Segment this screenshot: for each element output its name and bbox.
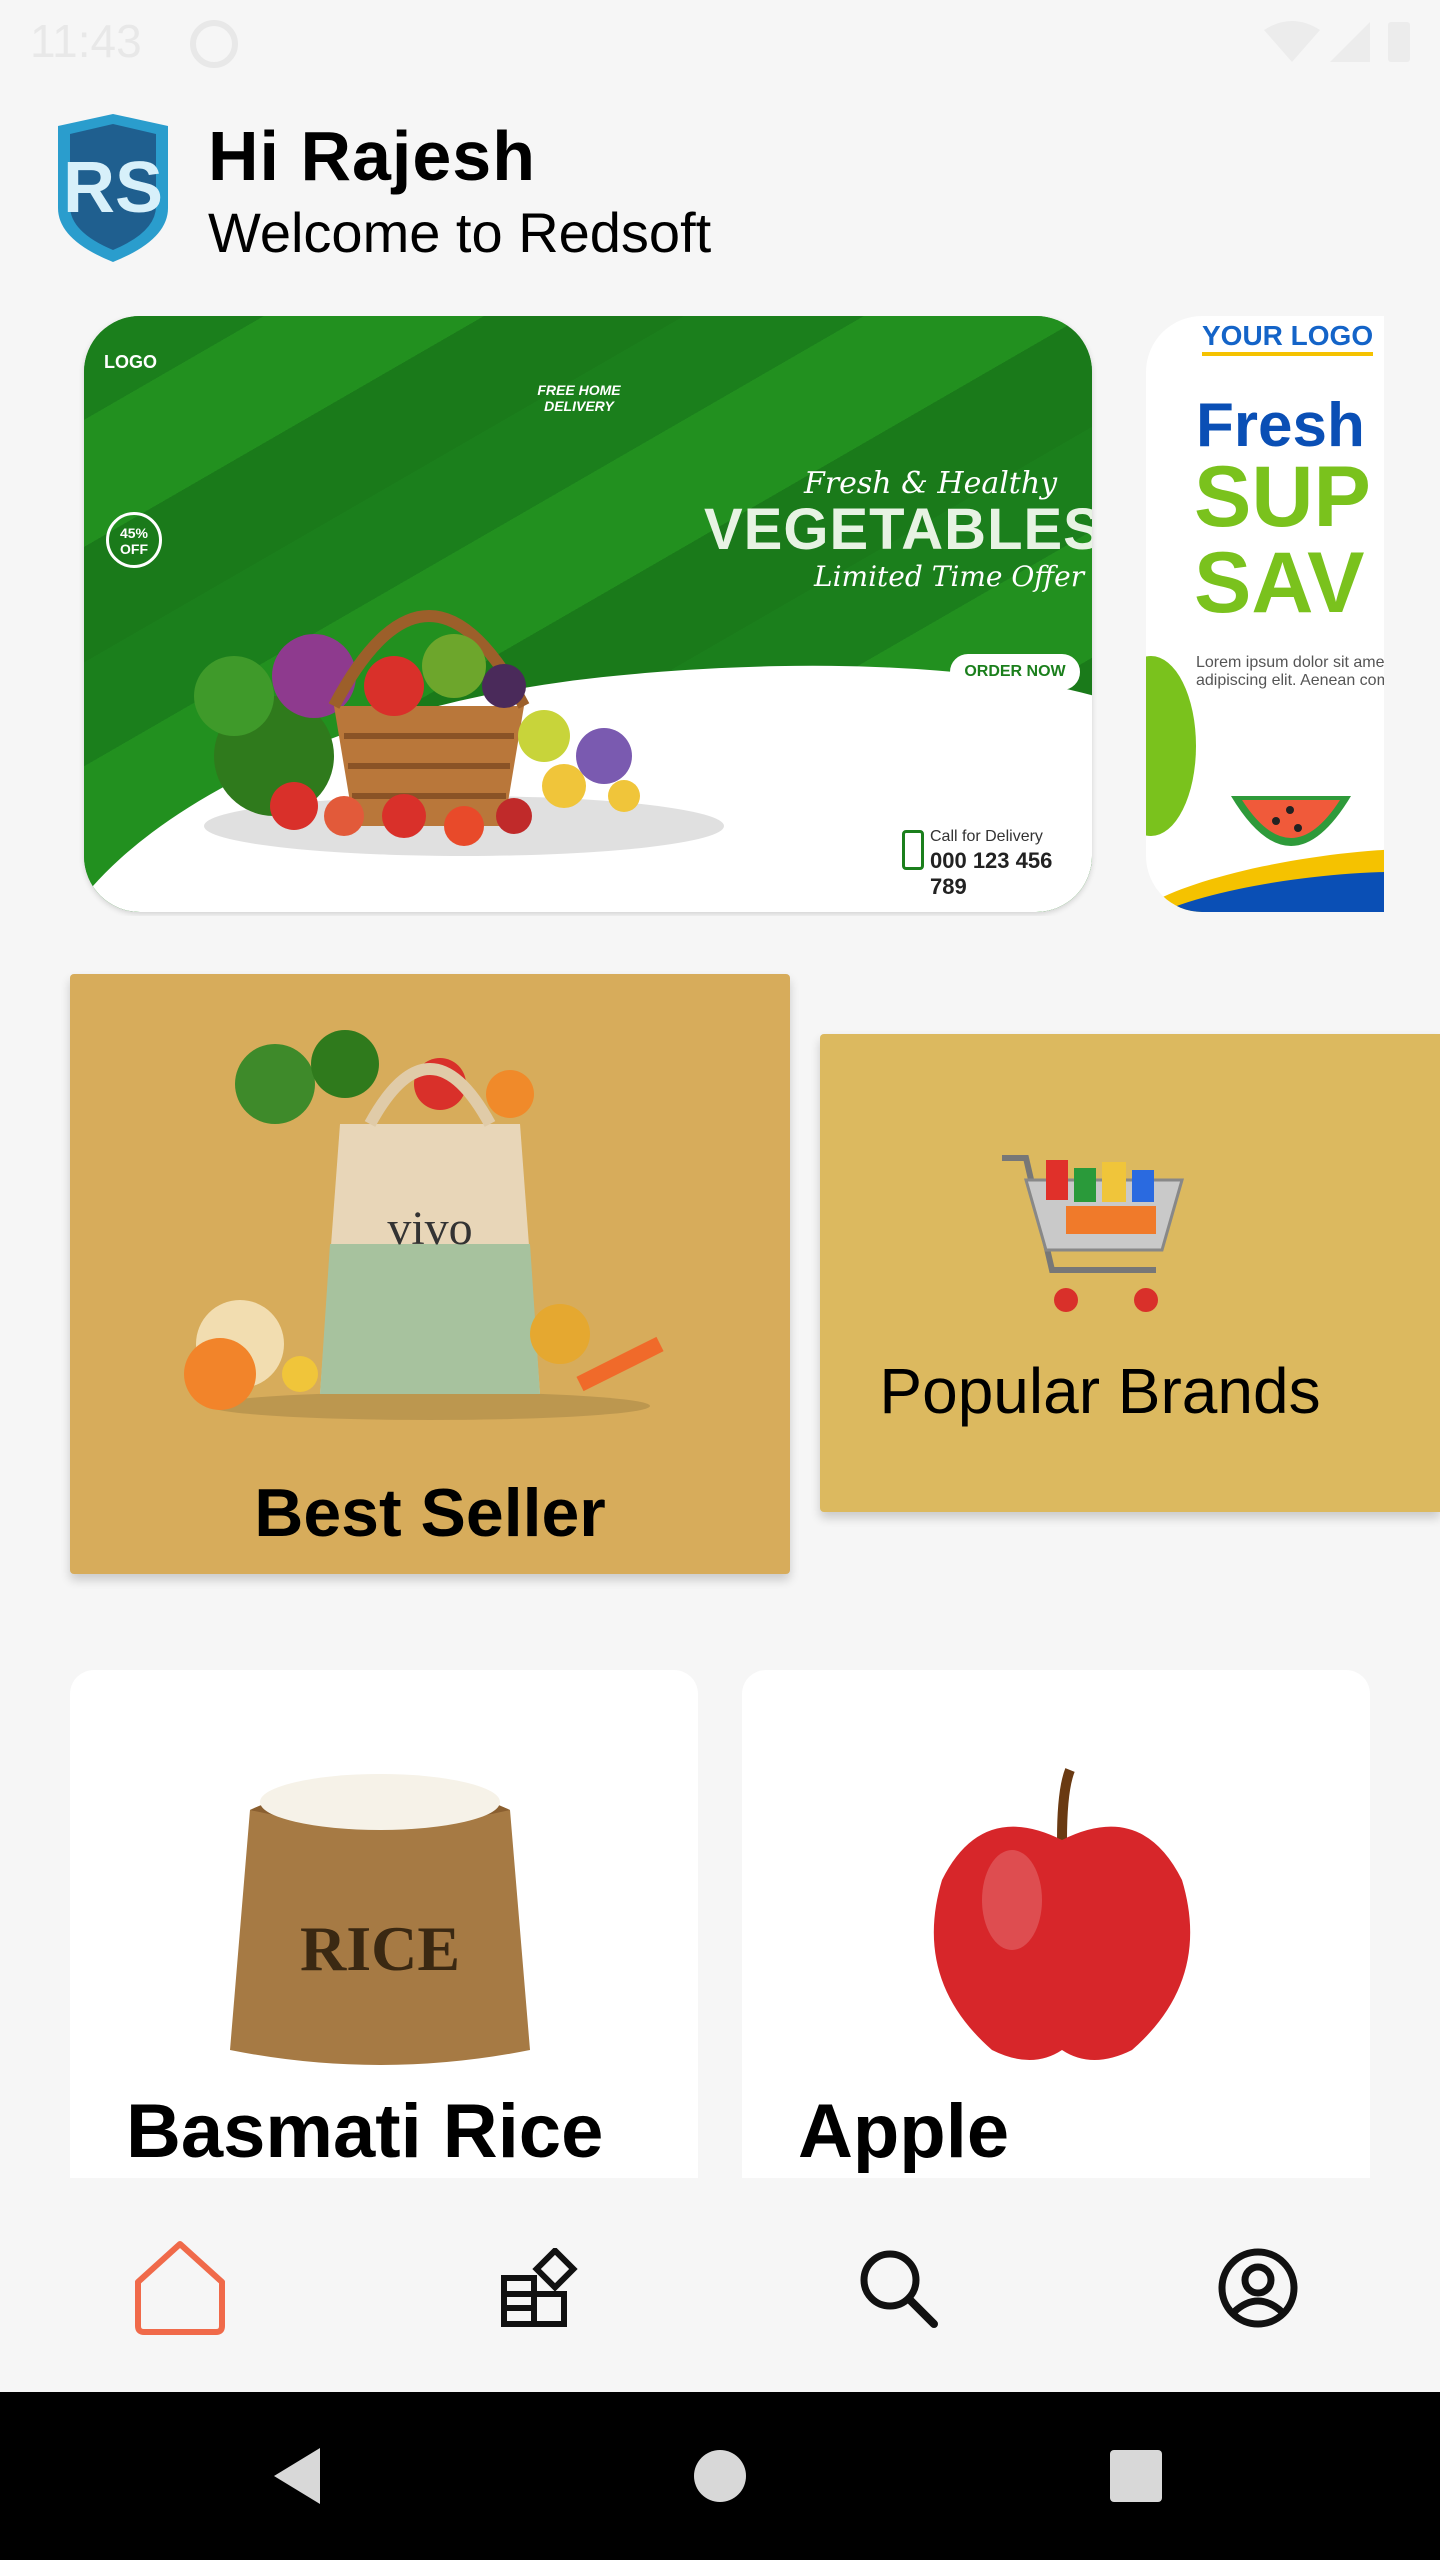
product-card-apple[interactable]: Apple: [742, 1670, 1370, 2230]
nav-categories[interactable]: [478, 2228, 598, 2348]
header: RS Hi Rajesh Welcome to Redsoft: [54, 112, 954, 272]
rice-sack-image: RICE: [230, 1774, 530, 2065]
banner-vegetables[interactable]: LOGO FREE HOME DELIVERY 45% OFF Fresh & …: [84, 316, 1092, 912]
banner-discount-badge: 45% OFF: [106, 512, 162, 568]
banner2-body: Lorem ipsum dolor sit amet adipiscing el…: [1196, 654, 1384, 689]
status-icons: [1264, 18, 1414, 66]
home-icon: [135, 2241, 225, 2335]
system-navigation-bar: [0, 2392, 1440, 2560]
banner2-line2: SUP: [1194, 449, 1371, 545]
banner2-lime-shape: [1146, 656, 1196, 836]
bottom-navigation: [0, 2178, 1440, 2392]
order-now-button[interactable]: ORDER NOW: [950, 654, 1080, 690]
sync-icon: [190, 20, 238, 68]
status-time: 11:43: [30, 15, 142, 67]
svg-text:vivo: vivo: [387, 1202, 472, 1255]
redsoft-logo: RS: [58, 114, 168, 262]
nav-search[interactable]: [838, 2228, 958, 2348]
product-name: Apple: [798, 2089, 1010, 2174]
shopping-cart-icon: [1002, 1155, 1184, 1312]
wifi-icon: [1264, 21, 1320, 62]
phone-icon: [902, 830, 924, 870]
banner-subline: Limited Time Offer: [814, 560, 1085, 593]
apple-image: [933, 1768, 1191, 2060]
popular-brands-card[interactable]: Popular Brands: [820, 1034, 1440, 1512]
banner2-line3: SAV: [1194, 535, 1365, 631]
vegetable-basket-image: [194, 610, 724, 856]
banner-super-saver[interactable]: YOUR LOGO Fresh SUP SAV Lorem ipsum dolo…: [1146, 316, 1384, 912]
banner2-headline: SUP SAV: [1194, 454, 1371, 626]
status-bar: 11:43: [0, 0, 1440, 84]
banner-logo: LOGO: [104, 352, 157, 372]
search-icon: [860, 2250, 938, 2328]
home-circle-icon[interactable]: [684, 2440, 756, 2512]
nav-profile[interactable]: [1198, 2228, 1318, 2348]
nav-home[interactable]: [120, 2228, 240, 2348]
svg-text:RS: RS: [63, 148, 163, 228]
best-seller-label: Best Seller: [254, 1475, 606, 1551]
battery-icon: [1388, 22, 1410, 62]
popular-brands-label: Popular Brands: [879, 1355, 1321, 1427]
grocery-bag-image: vivo: [184, 1030, 664, 1420]
banner-phone: 000 123 456 789: [930, 848, 1053, 899]
banner2-logo: YOUR LOGO: [1202, 320, 1374, 356]
rice-label: RICE: [300, 1913, 460, 1984]
banner-carousel[interactable]: LOGO FREE HOME DELIVERY 45% OFF Fresh & …: [0, 316, 1384, 916]
recent-apps-icon[interactable]: [1100, 2440, 1172, 2512]
signal-icon: [1330, 22, 1370, 62]
banner-free-delivery: FREE HOME DELIVERY: [537, 382, 621, 414]
banner-call-label: Call for Delivery: [930, 828, 1043, 845]
product-name: Basmati Rice: [126, 2089, 604, 2174]
best-seller-card[interactable]: vivo Best Seller: [70, 974, 790, 1574]
categories-icon: [501, 2248, 578, 2327]
profile-icon: [1218, 2248, 1298, 2328]
product-card-basmati-rice[interactable]: RICE Basmati Rice: [70, 1670, 698, 2230]
back-icon[interactable]: [264, 2440, 336, 2512]
watermelon-icon: [1231, 796, 1351, 846]
welcome-text: Welcome to Redsoft: [208, 201, 712, 264]
greeting: Hi Rajesh: [208, 117, 536, 195]
